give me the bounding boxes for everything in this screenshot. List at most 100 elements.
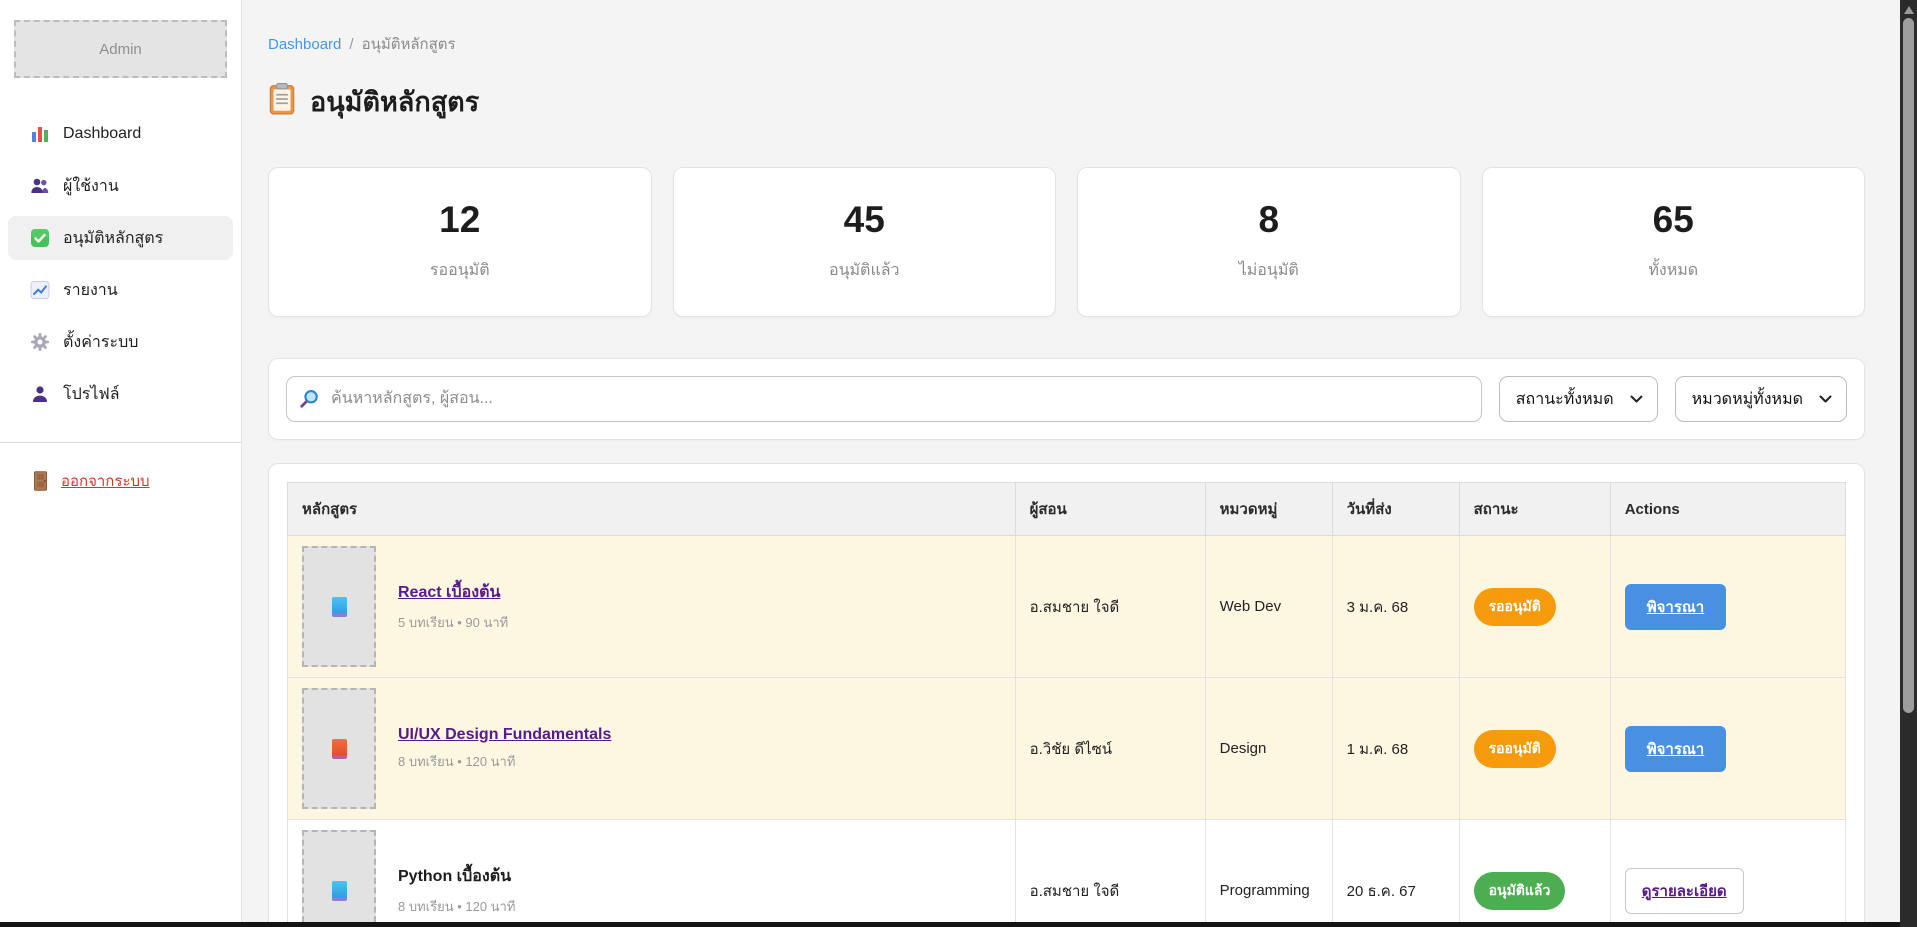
table-row: UI/UX Design Fundamentals 8 บทเรียน • 12… <box>288 678 1846 820</box>
stat-value: 8 <box>1258 201 1279 238</box>
stat-card-rejected: 8 ไม่อนุมัติ <box>1077 167 1461 317</box>
search-wrap <box>286 376 1482 422</box>
sidebar-item-label: Dashboard <box>63 125 141 143</box>
stat-value: 45 <box>844 201 885 238</box>
bar-chart-icon <box>30 124 50 144</box>
sidebar-item-settings[interactable]: ตั้งค่าระบบ <box>8 320 233 364</box>
review-button[interactable]: พิจารณา <box>1625 584 1727 630</box>
sidebar-nav: Dashboard ผู้ใช้งาน <box>0 108 241 420</box>
date-cell: 20 ธ.ค. 67 <box>1332 820 1459 927</box>
column-header-category: หมวดหมู่ <box>1205 483 1332 536</box>
category-filter-value: หมวดหมู่ทั้งหมด <box>1692 387 1803 412</box>
status-badge: รออนุมัติ <box>1474 730 1556 768</box>
main-content: Dashboard / อนุมัติหลักสูตร อนุมัติหลักสูต… <box>242 0 1917 927</box>
clipboard-icon <box>268 83 296 120</box>
category-cell: Web Dev <box>1205 536 1332 678</box>
breadcrumb-separator: / <box>349 36 353 53</box>
date-cell: 1 ม.ค. 68 <box>1332 678 1459 820</box>
sidebar-item-label: ผู้ใช้งาน <box>63 174 119 199</box>
course-meta: 5 บทเรียน • 90 นาที <box>398 612 508 633</box>
admin-logo: Admin <box>14 20 227 78</box>
course-meta: 8 บทเรียน • 120 นาที <box>398 751 611 772</box>
course-table: หลักสูตร ผู้สอน หมวดหมู่ วันที่ส่ง สถานะ… <box>287 482 1846 927</box>
stat-card-total: 65 ทั้งหมด <box>1482 167 1866 317</box>
gear-icon <box>30 332 50 352</box>
column-header-status: สถานะ <box>1459 483 1610 536</box>
category-cell: Design <box>1205 678 1332 820</box>
chevron-down-icon <box>1630 395 1643 404</box>
instructor-cell: อ.สมชาย ใจดี <box>1015 536 1205 678</box>
person-icon <box>30 384 50 404</box>
course-title-link[interactable]: React เบื้องต้น <box>398 584 500 601</box>
status-badge: รออนุมัติ <box>1474 588 1556 626</box>
breadcrumb: Dashboard / อนุมัติหลักสูตร <box>268 32 1865 56</box>
filter-panel: สถานะทั้งหมด หมวดหมู่ทั้งหมด <box>268 358 1865 440</box>
status-filter-select[interactable]: สถานะทั้งหมด <box>1499 376 1658 422</box>
review-button[interactable]: พิจารณา <box>1625 726 1727 772</box>
sidebar-item-profile[interactable]: โปรไฟล์ <box>8 372 233 416</box>
stat-card-pending: 12 รออนุมัติ <box>268 167 652 317</box>
stat-value: 12 <box>439 201 480 238</box>
column-header-course: หลักสูตร <box>288 483 1016 536</box>
chart-up-icon <box>30 280 50 300</box>
course-thumb-icon <box>332 881 347 901</box>
chevron-down-icon <box>1819 395 1832 404</box>
stat-label: อนุมัติแล้ว <box>829 258 900 283</box>
view-details-button[interactable]: ดูรายละเอียด <box>1625 868 1744 914</box>
app-window: Admin Dashboard <box>0 0 1917 927</box>
door-icon <box>30 471 50 491</box>
stat-card-approved: 45 อนุมัติแล้ว <box>673 167 1057 317</box>
course-meta: 8 บทเรียน • 120 นาที <box>398 896 515 917</box>
sidebar: Admin Dashboard <box>0 0 242 927</box>
sidebar-item-label: ตั้งค่าระบบ <box>63 330 138 355</box>
logout-link[interactable]: ออกจากระบบ <box>0 469 241 493</box>
scrollbar-up-arrow-icon[interactable] <box>1904 6 1914 14</box>
table-row: Python เบื้องต้น 8 บทเรียน • 120 นาที อ.… <box>288 820 1846 927</box>
date-cell: 3 ม.ค. 68 <box>1332 536 1459 678</box>
breadcrumb-dashboard-link[interactable]: Dashboard <box>268 36 341 53</box>
course-thumbnail <box>302 546 376 667</box>
course-thumb-icon <box>332 597 347 617</box>
course-thumbnail <box>302 688 376 809</box>
category-filter-select[interactable]: หมวดหมู่ทั้งหมด <box>1675 376 1847 422</box>
status-badge: อนุมัติแล้ว <box>1474 872 1566 910</box>
sidebar-item-course-approval[interactable]: อนุมัติหลักสูตร <box>8 216 233 260</box>
sidebar-item-label: รายงาน <box>63 278 118 303</box>
sidebar-item-users[interactable]: ผู้ใช้งาน <box>8 164 233 208</box>
course-title: Python เบื้องต้น <box>398 868 511 885</box>
category-cell: Programming <box>1205 820 1332 927</box>
stat-label: ทั้งหมด <box>1648 258 1698 283</box>
page-title: อนุมัติหลักสูตร <box>268 80 1865 123</box>
column-header-instructor: ผู้สอน <box>1015 483 1205 536</box>
window-bottom-edge <box>0 922 1900 927</box>
stat-label: ไม่อนุมัติ <box>1239 258 1299 283</box>
sidebar-item-label: โปรไฟล์ <box>63 382 120 407</box>
sidebar-item-reports[interactable]: รายงาน <box>8 268 233 312</box>
logout-label: ออกจากระบบ <box>61 469 150 493</box>
stats-row: 12 รออนุมัติ 45 อนุมัติแล้ว 8 ไม่อนุมัติ… <box>268 167 1865 317</box>
check-box-icon <box>30 228 50 248</box>
table-row: React เบื้องต้น 5 บทเรียน • 90 นาที อ.สม… <box>288 536 1846 678</box>
page-title-text: อนุมัติหลักสูตร <box>310 80 479 123</box>
breadcrumb-current: อนุมัติหลักสูตร <box>362 36 456 53</box>
users-icon <box>30 176 50 196</box>
status-filter-value: สถานะทั้งหมด <box>1516 387 1614 412</box>
course-title-link[interactable]: UI/UX Design Fundamentals <box>398 726 611 743</box>
page-scrollbar[interactable] <box>1900 0 1917 927</box>
instructor-cell: อ.วิชัย ดีไซน์ <box>1015 678 1205 820</box>
stat-value: 65 <box>1653 201 1694 238</box>
instructor-cell: อ.สมชาย ใจดี <box>1015 820 1205 927</box>
scrollbar-thumb[interactable] <box>1903 18 1914 713</box>
search-input[interactable] <box>286 376 1482 422</box>
sidebar-item-dashboard[interactable]: Dashboard <box>8 112 233 156</box>
column-header-actions: Actions <box>1610 483 1845 536</box>
table-header-row: หลักสูตร ผู้สอน หมวดหมู่ วันที่ส่ง สถานะ… <box>288 483 1846 536</box>
sidebar-item-label: อนุมัติหลักสูตร <box>63 226 163 251</box>
sidebar-divider <box>0 442 241 443</box>
stat-label: รออนุมัติ <box>430 258 490 283</box>
course-thumb-icon <box>332 739 347 759</box>
course-thumbnail <box>302 830 376 927</box>
column-header-date: วันที่ส่ง <box>1332 483 1459 536</box>
course-table-panel: หลักสูตร ผู้สอน หมวดหมู่ วันที่ส่ง สถานะ… <box>268 463 1865 927</box>
admin-logo-label: Admin <box>99 41 142 58</box>
